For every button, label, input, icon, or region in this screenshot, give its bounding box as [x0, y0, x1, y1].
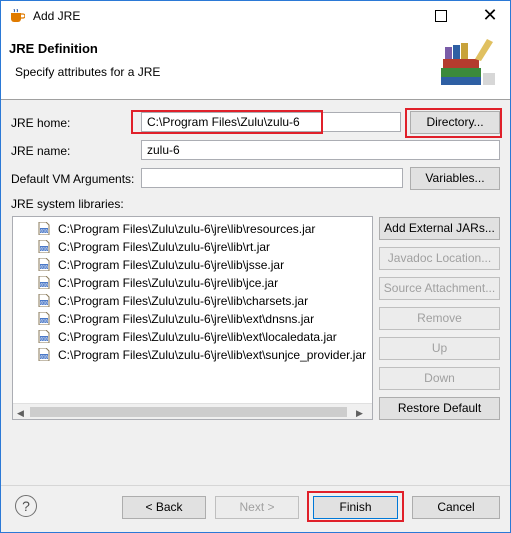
page-subtitle: Specify attributes for a JRE [15, 65, 161, 79]
library-path: C:\Program Files\Zulu\zulu-6\jre\lib\ext… [58, 312, 315, 326]
books-icon [441, 39, 495, 85]
svg-text:010: 010 [40, 229, 48, 234]
jre-cup-icon [11, 9, 25, 22]
window-title: Add JRE [33, 9, 81, 23]
wizard-header: JRE Definition Specify attributes for a … [1, 31, 510, 100]
source-attachment-button[interactable]: Source Attachment... [379, 277, 500, 300]
add-jre-dialog: Add JRE ✕ JRE Definition Specify attribu… [0, 0, 511, 533]
jar-file-icon: 010 [38, 330, 50, 343]
scroll-left-icon[interactable]: ◀ [17, 408, 24, 419]
list-item[interactable]: 010 C:\Program Files\Zulu\zulu-6\jre\lib\… [13, 328, 372, 346]
library-path: C:\Program Files\Zulu\zulu-6\jre\lib\rt.… [58, 240, 271, 254]
svg-text:010: 010 [40, 319, 48, 324]
jre-name-label: JRE name: [11, 144, 71, 158]
horizontal-scrollbar[interactable]: ◀ ▶ [13, 403, 372, 419]
svg-text:010: 010 [40, 265, 48, 270]
help-icon[interactable]: ? [15, 495, 37, 517]
jar-file-icon: 010 [38, 240, 50, 253]
title-bar: Add JRE ✕ [1, 1, 510, 31]
jre-name-field[interactable]: zulu-6 [141, 140, 500, 160]
jar-file-icon: 010 [38, 348, 50, 361]
library-path: C:\Program Files\Zulu\zulu-6\jre\lib\res… [58, 222, 316, 236]
library-path: C:\Program Files\Zulu\zulu-6\jre\lib\jss… [58, 258, 285, 272]
vm-args-label: Default VM Arguments: [11, 172, 135, 186]
library-path: C:\Program Files\Zulu\zulu-6\jre\lib\cha… [58, 294, 309, 308]
svg-text:010: 010 [40, 283, 48, 288]
libraries-list[interactable]: 010 C:\Program Files\Zulu\zulu-6\jre\lib\… [12, 216, 373, 420]
list-item[interactable]: 010 C:\Program Files\Zulu\zulu-6\jre\lib\… [13, 346, 372, 364]
list-item[interactable]: 010 C:\Program Files\Zulu\zulu-6\jre\lib\… [13, 220, 372, 238]
library-path: C:\Program Files\Zulu\zulu-6\jre\lib\jce… [58, 276, 279, 290]
down-button[interactable]: Down [379, 367, 500, 390]
jar-file-icon: 010 [38, 222, 50, 235]
back-button[interactable]: < Back [122, 496, 206, 519]
cancel-button[interactable]: Cancel [412, 496, 500, 519]
restore-default-button[interactable]: Restore Default [379, 397, 500, 420]
footer-separator [1, 485, 510, 486]
next-button[interactable]: Next > [215, 496, 299, 519]
jar-file-icon: 010 [38, 276, 50, 289]
svg-text:010: 010 [40, 355, 48, 360]
add-external-jars-button[interactable]: Add External JARs... [379, 217, 500, 240]
list-item[interactable]: 010 C:\Program Files\Zulu\zulu-6\jre\lib\… [13, 274, 372, 292]
svg-text:010: 010 [40, 247, 48, 252]
maximize-button[interactable] [435, 10, 447, 22]
scroll-right-icon[interactable]: ▶ [356, 408, 363, 419]
directory-button[interactable]: Directory... [410, 111, 500, 134]
list-item[interactable]: 010 C:\Program Files\Zulu\zulu-6\jre\lib\… [13, 292, 372, 310]
remove-button[interactable]: Remove [379, 307, 500, 330]
page-title: JRE Definition [9, 41, 98, 56]
jar-file-icon: 010 [38, 294, 50, 307]
library-path: C:\Program Files\Zulu\zulu-6\jre\lib\ext… [58, 348, 367, 362]
variables-button[interactable]: Variables... [410, 167, 500, 190]
list-item[interactable]: 010 C:\Program Files\Zulu\zulu-6\jre\lib\… [13, 310, 372, 328]
svg-text:010: 010 [40, 337, 48, 342]
svg-text:010: 010 [40, 301, 48, 306]
jar-file-icon: 010 [38, 312, 50, 325]
close-button[interactable]: ✕ [479, 4, 501, 26]
vm-args-field[interactable] [141, 168, 403, 188]
finish-button[interactable]: Finish [313, 496, 398, 519]
library-path: C:\Program Files\Zulu\zulu-6\jre\lib\ext… [58, 330, 337, 344]
list-item[interactable]: 010 C:\Program Files\Zulu\zulu-6\jre\lib\… [13, 256, 372, 274]
scrollbar-thumb[interactable] [30, 407, 347, 417]
jre-home-field[interactable]: C:\Program Files\Zulu\zulu-6 [141, 112, 401, 132]
javadoc-location-button[interactable]: Javadoc Location... [379, 247, 500, 270]
jar-file-icon: 010 [38, 258, 50, 271]
up-button[interactable]: Up [379, 337, 500, 360]
list-item[interactable]: 010 C:\Program Files\Zulu\zulu-6\jre\lib\… [13, 238, 372, 256]
libraries-label: JRE system libraries: [11, 197, 124, 211]
jre-home-label: JRE home: [11, 116, 71, 130]
